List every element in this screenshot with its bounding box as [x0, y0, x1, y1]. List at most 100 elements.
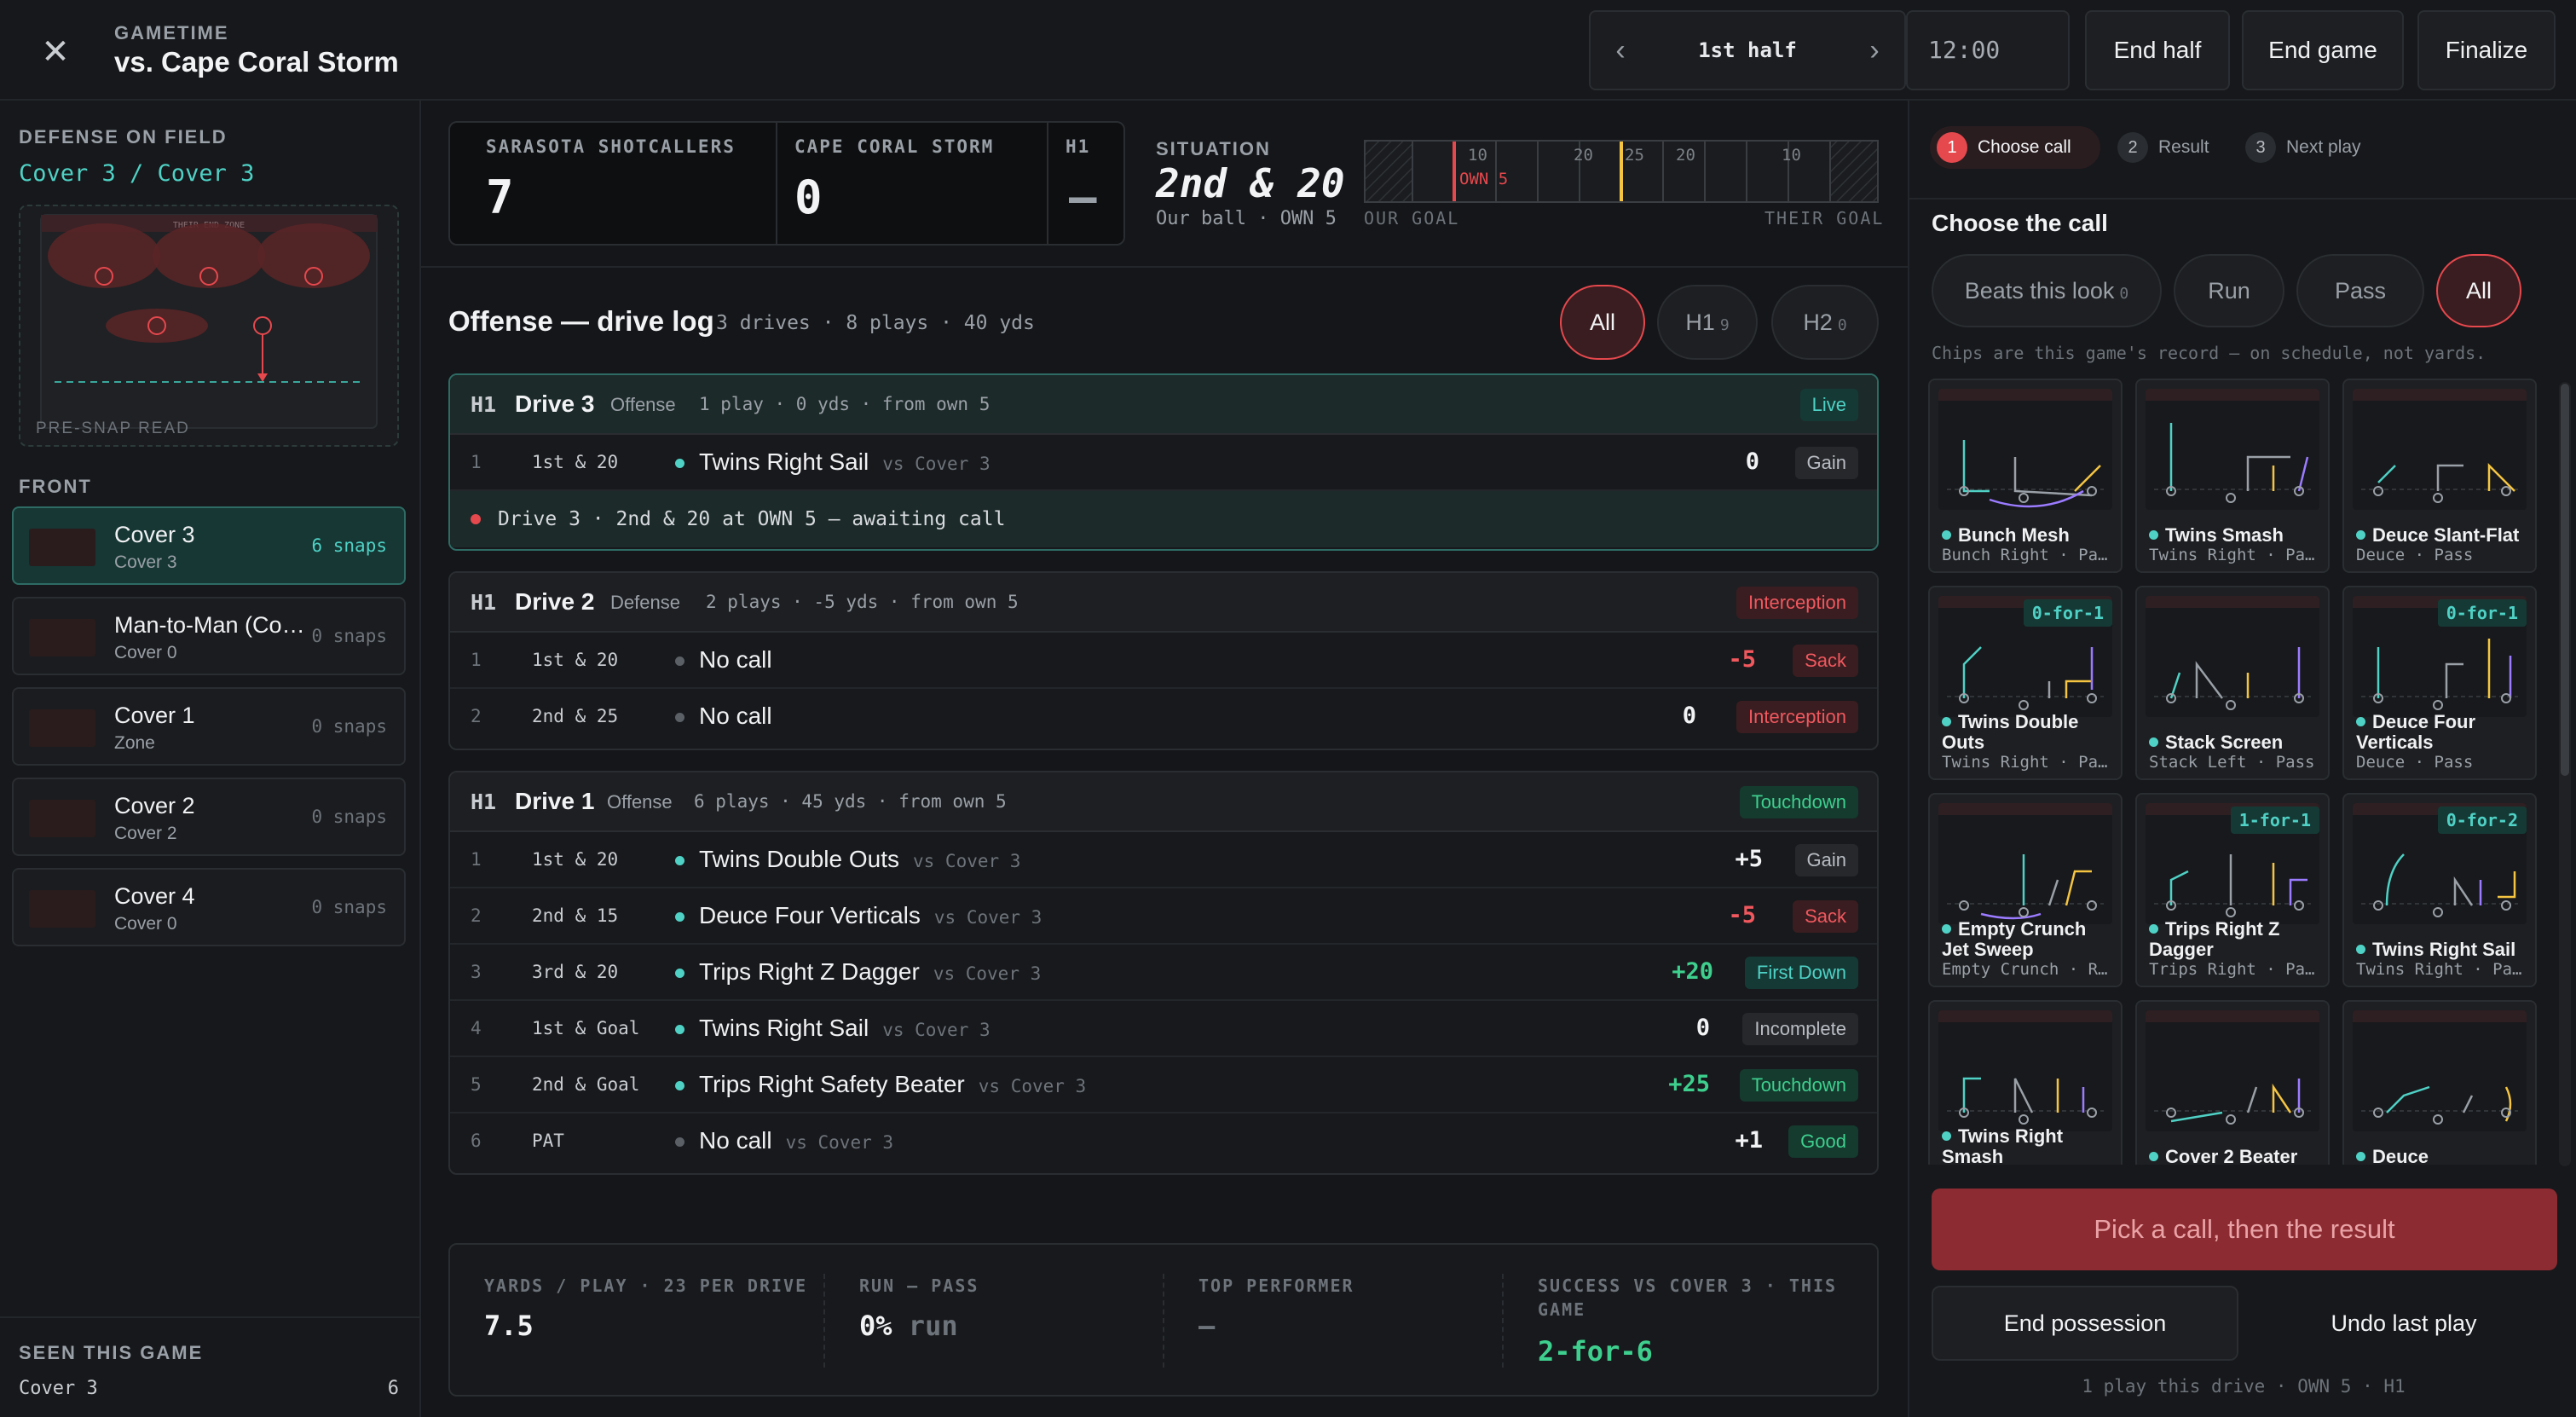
seen-label: SEEN THIS GAME	[19, 1342, 204, 1363]
coverage-item[interactable]: Cover 3 Cover 3 6 snaps	[12, 506, 406, 585]
play-card-formation: Deuce · Pass	[2356, 753, 2474, 772]
play-grid-scrollbar[interactable]	[2559, 382, 2571, 1166]
filter-pass[interactable]: Pass	[2296, 254, 2424, 327]
game-clock-input[interactable]: 12:00	[1906, 10, 2070, 90]
drive-header[interactable]: H1 Drive 3 Offense 1 play · 0 yds · from…	[450, 375, 1877, 435]
play-type-dot	[675, 856, 684, 865]
coverage-item[interactable]: Cover 1 Zone 0 snaps	[12, 687, 406, 766]
drive-footer-note: 1 play this drive · OWN 5 · H1	[2082, 1376, 2406, 1397]
play-row[interactable]: 2 2nd & 15 Deuce Four Verticals vs Cover …	[450, 888, 1877, 945]
play-name: No call vs Cover 3	[699, 1127, 893, 1154]
step-number: 1	[1937, 132, 1967, 163]
close-icon[interactable]: ✕	[34, 31, 77, 73]
result-badge: Incomplete	[1742, 1013, 1858, 1045]
play-call: Deuce Four Verticals	[699, 902, 921, 928]
play-card[interactable]: Deuce UnderneathDeuce · Pass	[2342, 1000, 2537, 1165]
play-row[interactable]: 6 PAT No call vs Cover 3 +1 Good	[450, 1113, 1877, 1170]
play-card[interactable]: Twins Right SmashTwins Right · Pass	[1928, 1000, 2123, 1165]
step-choose-call[interactable]: 1 Choose call	[1930, 126, 2100, 169]
defense-label: DEFENSE ON FIELD	[19, 126, 228, 147]
filter-label: Beats this look	[1964, 278, 2115, 304]
step-next-play[interactable]: 3 Next play	[2238, 126, 2392, 169]
seen-this-game: SEEN THIS GAME Cover 3 6	[0, 1316, 419, 1417]
step-number: 3	[2245, 132, 2276, 163]
chevron-right-icon[interactable]: ›	[1845, 12, 1904, 89]
pick-call-button[interactable]: Pick a call, then the result	[1932, 1189, 2557, 1270]
drive-side: Defense	[610, 592, 680, 613]
play-vs-coverage: vs Cover 3	[882, 1020, 991, 1040]
play-card-name-text: Deuce Four Verticals	[2356, 711, 2476, 753]
coverage-name: Man-to-Man (Cover 0)	[114, 612, 310, 638]
play-card[interactable]: 0-for-1 Twins Double Outs Twins Right · Pa…	[1928, 586, 2123, 780]
play-card-formation: Deuce · Pass	[2356, 546, 2474, 564]
play-card[interactable]: Cover 2 BeaterTwins Right · Pass	[2135, 1000, 2330, 1165]
play-row[interactable]: 3 3rd & 20 Trips Right Z Dagger vs Cover …	[450, 945, 1877, 1001]
filter-run[interactable]: Run	[2174, 254, 2284, 327]
play-card[interactable]: Empty Crunch Jet Sweep Empty Crunch · Run	[1928, 793, 2123, 987]
play-row[interactable]: 2 2nd & 25 No call 0 Interception	[450, 689, 1877, 745]
play-call: No call	[699, 646, 772, 673]
end-game-button[interactable]: End game	[2242, 10, 2404, 90]
play-card[interactable]: 1-for-1 Trips Right Z Dagger Trips Right ·…	[2135, 793, 2330, 987]
play-card[interactable]: 0-for-1 Deuce Four Verticals Deuce · Pass	[2342, 586, 2537, 780]
play-call: Twins Right Sail	[699, 448, 869, 475]
end-possession-button[interactable]: End possession	[1932, 1286, 2238, 1361]
filter-all[interactable]: All	[1560, 285, 1645, 360]
finalize-button[interactable]: Finalize	[2417, 10, 2556, 90]
coverage-item[interactable]: Man-to-Man (Cover 0) Cover 0 0 snaps	[12, 597, 406, 675]
situation-sub: Our ball · OWN 5	[1156, 208, 1337, 229]
filter-all[interactable]: All	[2436, 254, 2521, 327]
play-name: No call	[699, 703, 772, 730]
awaiting-text: Drive 3 · 2nd & 20 at OWN 5 — awaiting c…	[498, 508, 1006, 530]
step-result[interactable]: 2 Result	[2111, 126, 2230, 169]
filter-h2[interactable]: H2 0	[1771, 285, 1879, 360]
play-row[interactable]: 1 1st & 20 Twins Double Outs vs Cover 3 +…	[450, 832, 1877, 888]
play-row[interactable]: 1 1st & 20 Twins Right Sail vs Cover 3 0 …	[450, 435, 1877, 491]
play-row[interactable]: 4 1st & Goal Twins Right Sail vs Cover 3 …	[450, 1001, 1877, 1057]
drive-card: H1 Drive 1 Offense 6 plays · 45 yds · fr…	[448, 771, 1879, 1175]
play-card-name-text: Bunch Mesh	[1958, 524, 2070, 546]
play-card[interactable]: Bunch Mesh Bunch Right · Pass	[1928, 379, 2123, 573]
play-card[interactable]: 0-for-2 Twins Right Sail Twins Right · Pas…	[2342, 793, 2537, 987]
front-label: FRONT	[19, 476, 92, 497]
step-label: Choose call	[1978, 137, 2071, 157]
coverage-sub: Zone	[114, 733, 155, 753]
coverage-item[interactable]: Cover 2 Cover 2 0 snaps	[12, 778, 406, 856]
result-badge: Good	[1788, 1125, 1858, 1158]
half-score: —	[1069, 171, 1097, 224]
play-number: 1	[471, 650, 482, 670]
coverage-sub: Cover 0	[114, 643, 177, 662]
play-type-dot	[675, 1081, 684, 1090]
play-call: Twins Double Outs	[699, 846, 899, 872]
play-yards: -5	[1728, 646, 1756, 673]
play-card[interactable]: Twins Smash Twins Right · Pass	[2135, 379, 2330, 573]
play-card-name: Twins Smash	[2149, 525, 2323, 546]
defense-value: Cover 3 / Cover 3	[19, 160, 255, 187]
drive-header[interactable]: H1 Drive 1 Offense 6 plays · 45 yds · fr…	[450, 772, 1877, 832]
filter-beats-this-look[interactable]: Beats this look 0	[1932, 254, 2162, 327]
play-down-distance: 1st & 20	[532, 849, 619, 870]
play-card[interactable]: Deuce Slant-Flat Deuce · Pass	[2342, 379, 2537, 573]
coverage-sub: Cover 2	[114, 824, 177, 843]
play-yards: +1	[1735, 1127, 1763, 1154]
drive-stats: YARDS / PLAY · 23 PER DRIVE 7.5 RUN — PA…	[448, 1243, 1879, 1397]
run-pass-value: 0% run	[859, 1310, 958, 1342]
play-card[interactable]: Stack Screen Stack Left · Pass	[2135, 586, 2330, 780]
record-chip: 0-for-2	[2437, 807, 2527, 834]
play-row[interactable]: 1 1st & 20 No call -5 Sack	[450, 633, 1877, 689]
play-diagram	[1938, 1010, 2112, 1131]
play-vs-coverage: vs Cover 3	[933, 907, 1043, 928]
play-type-dot	[2356, 530, 2365, 540]
filter-h1[interactable]: H1 9	[1657, 285, 1758, 360]
end-half-button[interactable]: End half	[2085, 10, 2230, 90]
success-label: SUCCESS VS COVER 3 · THIS GAME	[1538, 1275, 1838, 1320]
play-down-distance: 2nd & Goal	[532, 1074, 640, 1095]
coverage-name: Cover 1	[114, 703, 195, 728]
drive-header[interactable]: H1 Drive 2 Defense 2 plays · -5 yds · fr…	[450, 573, 1877, 633]
chevron-left-icon[interactable]: ‹	[1591, 12, 1650, 89]
undo-last-play-button[interactable]: Undo last play	[2250, 1286, 2557, 1361]
coverage-item[interactable]: Cover 4 Cover 0 0 snaps	[12, 868, 406, 946]
play-number: 4	[471, 1018, 482, 1038]
play-type-dot	[675, 1137, 684, 1147]
play-row[interactable]: 5 2nd & Goal Trips Right Safety Beater vs…	[450, 1057, 1877, 1113]
